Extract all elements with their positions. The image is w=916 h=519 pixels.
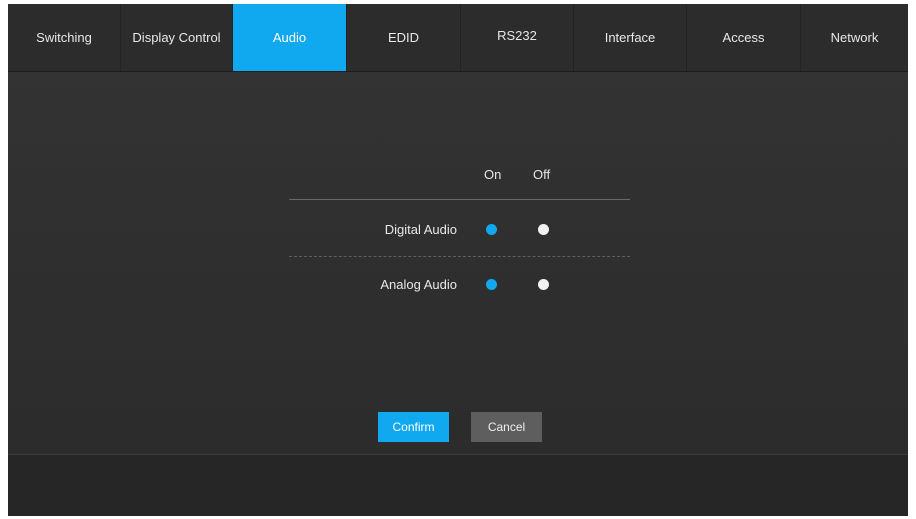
analog-audio-off-radio[interactable]	[538, 279, 549, 290]
app-frame: Switching Display Control Audio EDID RS2…	[8, 4, 908, 516]
tab-edid[interactable]: EDID	[347, 4, 461, 71]
tab-interface[interactable]: Interface	[574, 4, 687, 71]
analog-audio-on-radio[interactable]	[486, 279, 497, 290]
footer-bar	[8, 454, 908, 516]
column-header-off: Off	[533, 167, 551, 182]
row-divider	[289, 256, 630, 257]
tab-network[interactable]: Network	[801, 4, 908, 71]
digital-audio-label: Digital Audio	[384, 222, 457, 237]
tab-bar: Switching Display Control Audio EDID RS2…	[8, 4, 908, 72]
analog-audio-label: Analog Audio	[380, 277, 457, 292]
tab-rs232[interactable]: RS232	[461, 4, 574, 71]
digital-audio-on-radio[interactable]	[486, 224, 497, 235]
audio-panel: On Off Digital Audio Analog Audio Confir…	[8, 72, 908, 454]
confirm-button[interactable]: Confirm	[378, 412, 449, 442]
cancel-button[interactable]: Cancel	[471, 412, 542, 442]
tab-display-control[interactable]: Display Control	[121, 4, 233, 71]
tab-access[interactable]: Access	[687, 4, 801, 71]
digital-audio-off-radio[interactable]	[538, 224, 549, 235]
column-header-on: On	[484, 167, 502, 182]
tab-audio[interactable]: Audio	[233, 4, 347, 71]
tab-switching[interactable]: Switching	[8, 4, 121, 71]
header-divider	[289, 199, 630, 200]
